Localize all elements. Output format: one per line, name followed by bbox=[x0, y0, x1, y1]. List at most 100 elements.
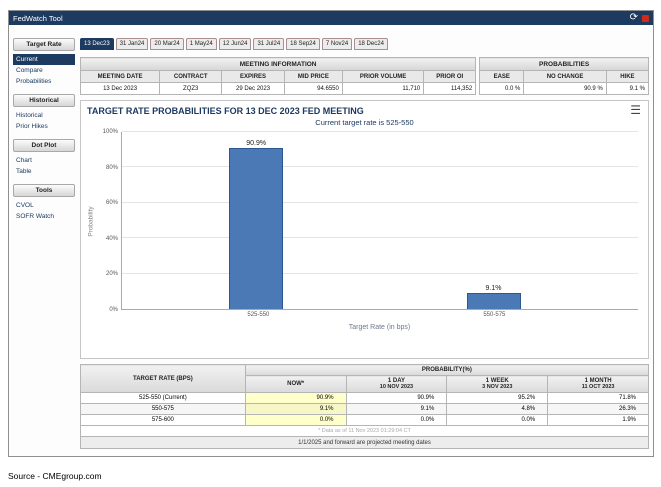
col-mid-price: MID PRICE bbox=[283, 70, 343, 83]
bar-value-label: 9.1% bbox=[485, 284, 502, 292]
gridline bbox=[122, 201, 638, 203]
bar-value-label: 90.9% bbox=[246, 140, 267, 148]
cell-1-month: 71.8% bbox=[547, 392, 649, 404]
bar-525-550 bbox=[229, 148, 284, 309]
tab-7-nov24[interactable]: 7 Nov24 bbox=[321, 38, 353, 50]
probability-history-table: TARGET RATE (BPS) PROBABILITY(%) NOW* 1 … bbox=[80, 364, 650, 449]
row-label: 525-550 (Current) bbox=[80, 392, 246, 404]
probabilities-title: PROBABILITIES bbox=[479, 57, 649, 71]
chart-subtitle: Current target rate is 525-550 bbox=[315, 118, 414, 127]
y-axis-ticks: 100% 80% 60% 40% 20% 0% bbox=[97, 129, 121, 313]
cell-1-week: 95.2% bbox=[446, 392, 549, 404]
col-no-change: NO CHANGE bbox=[523, 70, 607, 83]
tab-31-jul24[interactable]: 31 Jul24 bbox=[253, 38, 285, 50]
sidebar-item-chart[interactable]: Chart bbox=[13, 155, 75, 166]
tab-18-sep24[interactable]: 18 Sep24 bbox=[286, 38, 320, 50]
app-title: FedWatch Tool bbox=[13, 13, 63, 23]
main-content: 13 Dec23 31 Jan24 20 Mar24 1 May24 12 Ju… bbox=[79, 38, 650, 449]
gridline bbox=[122, 166, 638, 168]
col-1-month: 1 MONTH 11 OCT 2023 bbox=[547, 375, 649, 393]
probabilities-summary-table: PROBABILITIES EASE NO CHANGE HIKE 0.0 % … bbox=[479, 57, 650, 95]
sidebar: Target Rate Current Compare Probabilitie… bbox=[13, 38, 75, 449]
col-now: NOW* bbox=[244, 375, 347, 393]
sidebar-item-table[interactable]: Table bbox=[13, 166, 75, 177]
contract-value: ZQZ3 bbox=[159, 82, 223, 95]
col-hike: HIKE bbox=[605, 70, 650, 83]
table-row-550-575: 550-575 9.1% 9.1% 4.8% 26.3% bbox=[80, 403, 649, 415]
sidebar-items-historical: Historical Prior Hikes bbox=[13, 110, 75, 132]
y-tick: 60% bbox=[105, 200, 118, 207]
tab-31-jan24[interactable]: 31 Jan24 bbox=[115, 38, 149, 50]
sidebar-item-cvol[interactable]: CVOL bbox=[13, 200, 75, 211]
sidebar-item-probabilities[interactable]: Probabilities bbox=[13, 76, 75, 87]
sidebar-item-sofr-watch[interactable]: SOFR Watch bbox=[13, 211, 75, 222]
cell-1-week: 0.0% bbox=[446, 414, 549, 426]
sidebar-item-current[interactable]: Current bbox=[13, 54, 75, 65]
sidebar-item-prior-hikes[interactable]: Prior Hikes bbox=[13, 121, 75, 132]
app-body: Target Rate Current Compare Probabilitie… bbox=[9, 25, 653, 449]
col-1-day: 1 DAY 10 NOV 2023 bbox=[345, 375, 448, 393]
cell-1-day: 90.9% bbox=[345, 392, 448, 404]
chart-menu-icon[interactable]: ☰ bbox=[630, 103, 641, 117]
col-prior-oi: PRIOR OI bbox=[423, 70, 477, 83]
gridline bbox=[122, 131, 638, 132]
bar-550-575 bbox=[466, 292, 521, 309]
cell-1-month: 1.9% bbox=[547, 414, 649, 426]
y-tick: 100% bbox=[102, 129, 118, 135]
sidebar-item-compare[interactable]: Compare bbox=[13, 65, 75, 76]
cell-1-month: 26.3% bbox=[547, 403, 649, 415]
col-date: 10 NOV 2023 bbox=[379, 384, 414, 390]
sidebar-item-historical[interactable]: Historical bbox=[13, 110, 75, 121]
meeting-date-tabs: 13 Dec23 31 Jan24 20 Mar24 1 May24 12 Ju… bbox=[80, 38, 649, 50]
cell-now: 9.1% bbox=[244, 403, 347, 415]
ease-value: 0.0 % bbox=[479, 82, 525, 95]
x-axis-ticks: 525-550 550-575 bbox=[125, 312, 638, 321]
gridline bbox=[122, 272, 638, 274]
sidebar-items-dot-plot: Chart Table bbox=[13, 155, 75, 177]
cell-1-day: 9.1% bbox=[345, 403, 448, 415]
table-row-575-600: 575-600 0.0% 0.0% 0.0% 1.9% bbox=[80, 414, 649, 426]
app-badge-icon[interactable] bbox=[642, 14, 649, 22]
tab-13-dec23[interactable]: 13 Dec23 bbox=[80, 38, 114, 50]
row-label: 550-575 bbox=[80, 403, 246, 415]
cell-now: 0.0% bbox=[244, 414, 347, 426]
y-axis-title: Probability bbox=[87, 205, 95, 237]
probability-chart-panel: TARGET RATE PROBABILITIES FOR 13 DEC 202… bbox=[80, 100, 649, 359]
meeting-info-title: MEETING INFORMATION bbox=[79, 57, 477, 71]
cell-now: 90.9% bbox=[244, 392, 347, 404]
meeting-info-table: MEETING INFORMATION MEETING DATE CONTRAC… bbox=[79, 57, 477, 95]
col-expires: EXPIRES bbox=[221, 70, 285, 83]
tab-20-mar24[interactable]: 20 Mar24 bbox=[150, 38, 184, 50]
plot-row: Probability 100% 80% 60% 40% 20% 0% 90.9… bbox=[85, 129, 638, 313]
expires-value: 29 Dec 2023 bbox=[221, 82, 285, 95]
refresh-icon[interactable]: ⟳ bbox=[630, 13, 638, 23]
sidebar-items-target-rate: Current Compare Probabilities bbox=[13, 54, 75, 87]
tab-18-dec24[interactable]: 18 Dec24 bbox=[354, 38, 388, 50]
sidebar-section-historical: Historical bbox=[13, 94, 75, 107]
tab-12-jun24[interactable]: 12 Jun24 bbox=[218, 38, 252, 50]
col-prior-volume: PRIOR VOLUME bbox=[341, 70, 425, 83]
col-label: NOW* bbox=[287, 381, 305, 387]
col-meeting-date: MEETING DATE bbox=[79, 70, 161, 83]
y-tick: 80% bbox=[105, 164, 118, 171]
prior-volume-value: 11,710 bbox=[341, 82, 425, 95]
cell-1-week: 4.8% bbox=[446, 403, 549, 415]
col-contract: CONTRACT bbox=[159, 70, 223, 83]
y-tick: 40% bbox=[105, 235, 118, 242]
col-date: 11 OCT 2023 bbox=[581, 384, 615, 390]
data-as-of-footnote: * Data as of 11 Nov 2023 01:29:04 CT bbox=[80, 425, 649, 437]
page: FedWatch Tool ⟳ Target Rate Current Comp… bbox=[0, 0, 661, 487]
table-row-525-550: 525-550 (Current) 90.9% 90.9% 95.2% 71.8… bbox=[80, 392, 649, 404]
fedwatch-window: FedWatch Tool ⟳ Target Rate Current Comp… bbox=[8, 10, 654, 457]
projection-note: 1/1/2025 and forward are projected meeti… bbox=[80, 436, 649, 449]
sidebar-section-target-rate: Target Rate bbox=[13, 38, 75, 51]
tab-1-may24[interactable]: 1 May24 bbox=[185, 38, 217, 50]
y-tick: 20% bbox=[105, 271, 118, 278]
sidebar-section-dot-plot: Dot Plot bbox=[13, 139, 75, 152]
plot-area: 90.9% 9.1% bbox=[121, 131, 638, 310]
no-change-value: 90.9 % bbox=[523, 82, 607, 95]
cell-1-day: 0.0% bbox=[345, 414, 448, 426]
titlebar: FedWatch Tool ⟳ bbox=[9, 11, 653, 25]
meeting-date-value: 13 Dec 2023 bbox=[79, 82, 161, 95]
sidebar-items-tools: CVOL SOFR Watch bbox=[13, 200, 75, 222]
